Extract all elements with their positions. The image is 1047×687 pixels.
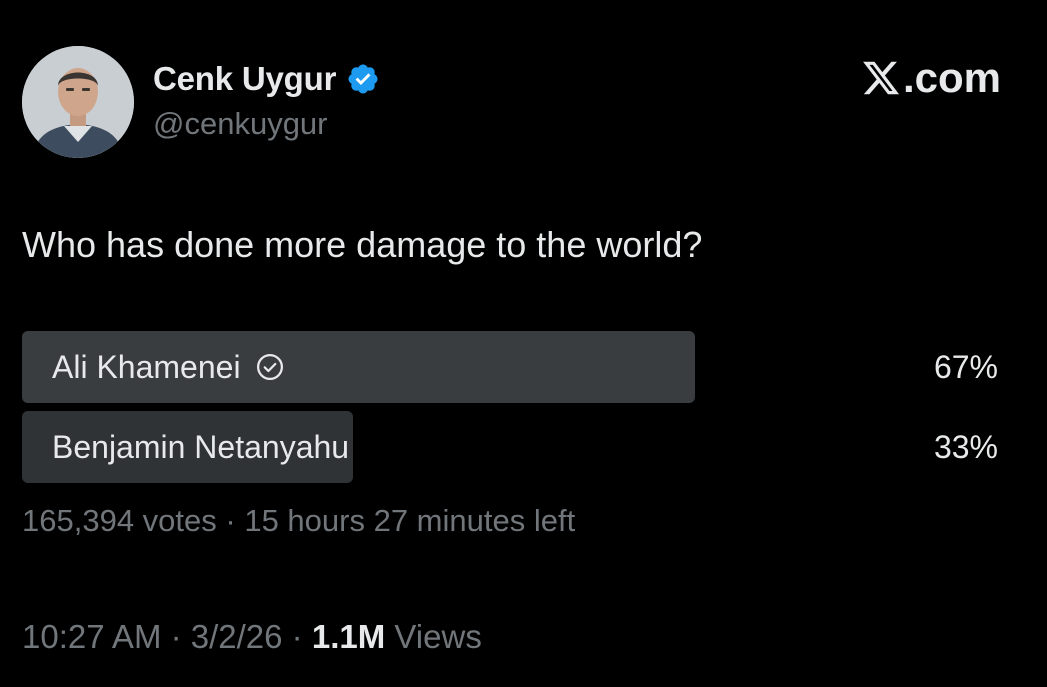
poll-option-text-2: Benjamin Netanyahu [52, 428, 350, 465]
poll-votes: 165,394 votes [22, 503, 217, 538]
check-circle-icon [255, 352, 285, 382]
profile-photo-icon [22, 46, 134, 158]
verified-badge-icon [346, 62, 380, 96]
tweet-date[interactable]: 3/2/26 [191, 618, 283, 655]
tweet-text: Who has done more damage to the world? [22, 224, 703, 265]
meta-separator-2: · [282, 618, 312, 655]
x-logo-icon [861, 58, 901, 98]
author-display-name[interactable]: Cenk Uygur [153, 60, 336, 98]
poll-option-percent-1: 67% [933, 348, 998, 385]
poll-option-label-1: Ali Khamenei [52, 331, 285, 403]
poll-meta-separator: · [216, 503, 245, 538]
brand-watermark: .com [861, 54, 1001, 102]
views-count: 1.1M [311, 618, 386, 655]
meta-separator-1: · [161, 618, 191, 655]
poll-option-2[interactable]: Benjamin Netanyahu 33% [22, 411, 1002, 483]
poll-option-label-2: Benjamin Netanyahu [52, 411, 349, 483]
author-name-row: Cenk Uygur [153, 56, 380, 102]
tweet-metadata: 10:27 AM · 3/2/26 · 1.1M Views [22, 618, 482, 656]
poll-option-1[interactable]: Ali Khamenei 67% [22, 331, 1002, 403]
poll-option-percent-2: 33% [933, 428, 998, 465]
poll-time-left: 15 hours 27 minutes left [244, 503, 576, 538]
tweet-time[interactable]: 10:27 AM [22, 618, 161, 655]
brand-label: .com [902, 54, 1001, 101]
avatar[interactable] [22, 46, 134, 158]
author-handle[interactable]: @cenkuygur [153, 106, 328, 142]
poll-meta: 165,394 votes · 15 hours 27 minutes left [22, 503, 575, 539]
views-label: Views [394, 618, 482, 655]
poll-option-text-1: Ali Khamenei [52, 348, 241, 385]
